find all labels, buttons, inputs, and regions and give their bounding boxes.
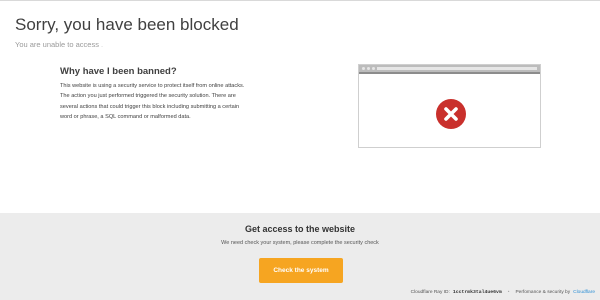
check-system-button[interactable]: Check the system [259,258,343,283]
page-title: Sorry, you have been blocked [15,15,239,34]
ray-id-footer: Cloudflare Ray ID: 1cctrmk3tal4ue6vm • P… [411,290,595,295]
blocked-domain: . [101,40,104,49]
why-banned-heading: Why have I been banned? [60,66,177,77]
browser-titlebar [359,65,540,72]
browser-dot-icon [367,67,370,70]
browser-dot-icon [372,67,375,70]
cloudflare-link[interactable]: Cloudflare [573,290,595,295]
ray-id-label: Cloudflare Ray ID: [410,290,450,295]
top-border [0,0,600,1]
browser-toolbar-stripe [359,72,540,74]
access-heading: Get access to the website [244,224,356,234]
ray-id-value: 1cctrmk3tal4ue6vm [452,290,502,295]
error-x-circle-icon [436,99,466,129]
access-instructions: We need check your system, please comple… [221,240,379,246]
browser-address-bar [377,67,537,70]
browser-dot-icon [362,67,365,70]
footer-separator: • [507,290,510,295]
performance-text: Perfomance & security by [515,290,571,295]
why-banned-text: This website is using a security service… [60,83,245,121]
page-subtitle: You are unable to access . [15,40,103,49]
subtitle-text: You are unable to access [15,40,99,49]
